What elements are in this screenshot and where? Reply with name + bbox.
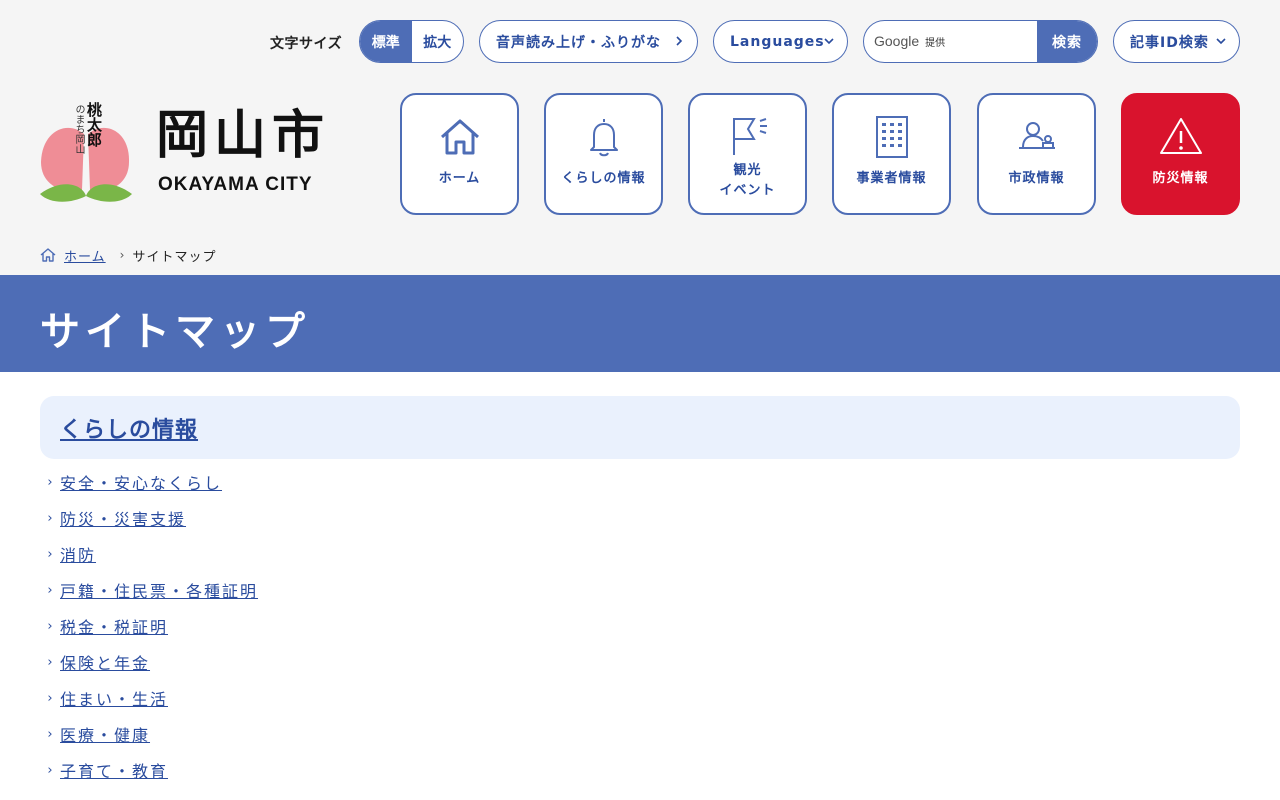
font-size-standard-button[interactable]: 標準 [360,21,412,62]
nav-home-label: ホーム [438,171,481,186]
font-size-label: 文字サイズ [270,36,343,52]
chevron-right-icon: › [119,248,125,262]
site-search: Google 提供 検索 [863,20,1098,63]
nav-disaster-info-label: 防災情報 [1152,171,1209,186]
languages-dropdown[interactable]: Languages [713,20,848,63]
chevron-right-icon: › [47,510,53,526]
nav-disaster-info[interactable]: 防災情報 [1121,93,1240,215]
list-item: › 住まい・生活 [40,680,640,716]
speaker-podium-icon [1018,122,1055,149]
breadcrumb: ホーム › サイトマップ [40,245,216,265]
sitemap-link[interactable]: 住まい・生活 [60,686,168,710]
languages-label: Languages [730,33,825,50]
home-icon [40,248,56,262]
warning-icon [1159,118,1202,154]
sitemap-link[interactable]: 子育て・教育 [60,758,168,782]
search-input[interactable] [864,21,1039,62]
chevron-right-icon [676,36,683,46]
list-item: › 消防 [40,536,640,572]
logo-roman-title: OKAYAMA CITY [158,174,313,195]
article-id-search-button[interactable]: 記事ID検索 [1113,20,1240,63]
list-item: › 保険と年金 [40,644,640,680]
sitemap-link[interactable]: 安全・安心なくらし [60,470,222,494]
read-aloud-label: 音声読み上げ・ふりがな [496,34,661,51]
site-logo[interactable]: のまち岡山 桃太郎 岡山市 OKAYAMA CITY [38,100,338,210]
breadcrumb-home-link[interactable]: ホーム [64,246,106,265]
page-title: サイトマップ [40,309,310,355]
list-item: › 税金・税証明 [40,608,640,644]
list-item: › 戸籍・住民票・各種証明 [40,572,640,608]
list-item: › 防災・災害支援 [40,500,640,536]
mascot-name: 桃太郎 [85,102,103,147]
mascot-caption: のまち岡山 [73,104,84,154]
sitemap-link[interactable]: 戸籍・住民票・各種証明 [60,578,258,602]
article-id-search-label: 記事ID検索 [1130,34,1209,51]
chevron-right-icon: › [47,654,53,670]
chevron-down-icon [1216,38,1226,45]
logo-kanji-title: 岡山市 [156,105,331,166]
read-aloud-button[interactable]: 音声読み上げ・ふりがな [479,20,698,63]
list-item: › 安全・安心なくらし [40,464,640,500]
breadcrumb-current: サイトマップ [132,249,217,265]
sitemap-link[interactable]: 消防 [60,542,96,566]
chevron-right-icon: › [47,546,53,562]
chevron-right-icon: › [47,618,53,634]
sitemap-link[interactable]: 税金・税証明 [60,614,168,638]
chevron-right-icon: › [47,474,53,490]
nav-living-info[interactable]: くらしの情報 [544,93,663,215]
page-title-band: サイトマップ [0,275,1280,372]
chevron-right-icon: › [47,690,53,706]
nav-city-admin-info-label: 市政情報 [1008,171,1065,186]
bell-icon [589,119,618,157]
section-heading-box: くらしの情報 [40,396,1240,459]
list-item: › 子育て・教育 [40,752,640,788]
nav-business-info-label: 事業者情報 [856,171,927,186]
search-button[interactable]: 検索 [1037,21,1097,62]
building-icon [875,116,908,158]
sitemap-link-list: › 安全・安心なくらし › 防災・災害支援 › 消防 › 戸籍・住民票・各種証明 › 税金… [40,464,640,788]
flag-icon [732,118,767,155]
chevron-right-icon: › [47,726,53,742]
font-size-toggle: 標準 拡大 [359,20,464,63]
nav-living-info-label: くらしの情報 [561,171,646,186]
chevron-right-icon: › [47,582,53,598]
nav-home[interactable]: ホーム [400,93,519,215]
nav-tourism-events[interactable]: 観光 イベント [688,93,807,215]
font-size-large-button[interactable]: 拡大 [412,21,464,62]
sitemap-link[interactable]: 防災・災害支援 [60,506,186,530]
nav-city-admin-info[interactable]: 市政情報 [977,93,1096,215]
nav-business-info[interactable]: 事業者情報 [832,93,951,215]
chevron-down-icon [824,38,834,45]
nav-tourism-events-label: 観光 イベント [719,163,776,198]
sitemap-link[interactable]: 医療・健康 [60,722,150,746]
home-icon [440,119,479,155]
sitemap-link[interactable]: 保険と年金 [60,650,150,674]
list-item: › 医療・健康 [40,716,640,752]
chevron-right-icon: › [47,762,53,778]
section-title-link[interactable]: くらしの情報 [60,412,198,444]
